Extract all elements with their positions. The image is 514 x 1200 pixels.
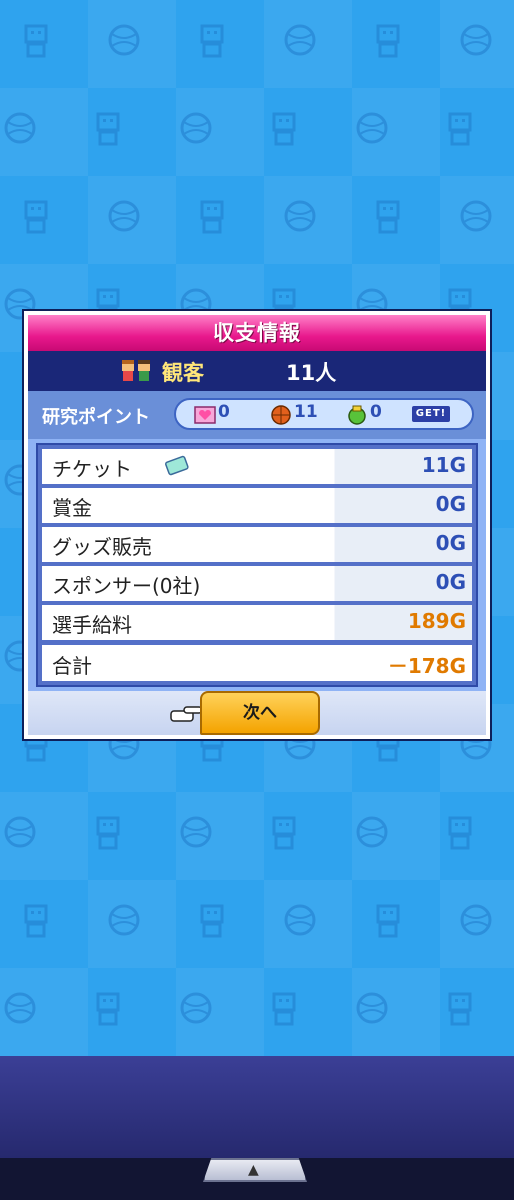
table-row-salary: 選手給料 189G	[42, 605, 472, 640]
robot-pattern-icon	[272, 816, 296, 850]
research-points-bar: 研究ポイント 0 11 0 GET!	[28, 391, 486, 439]
ball-pattern-icon	[356, 992, 388, 1024]
table-row-total: 合計 －178G	[42, 645, 472, 681]
basketball-icon	[271, 405, 291, 425]
total-value: －178G	[387, 654, 466, 678]
expand-menu-button[interactable]: ▲	[203, 1158, 307, 1182]
ball-pattern-icon	[108, 200, 140, 232]
robot-pattern-icon	[376, 904, 400, 938]
income-dialog: 収支情報 観客 11人 研究ポイント 0 11 0 GET! チケット 11G …	[22, 309, 492, 741]
ball-pattern-icon	[180, 992, 212, 1024]
research-points-pill: 0 11 0 GET!	[174, 398, 474, 430]
pointing-hand-icon	[170, 706, 203, 722]
heart-icon	[194, 406, 216, 424]
finance-table: チケット 11G 賞金 0G グッズ販売 0G スポンサー(0社) 0G 選手給…	[28, 439, 486, 691]
ball-pattern-icon	[284, 24, 316, 56]
row-label: スポンサー(0社)	[52, 574, 201, 598]
audience-label: 観客	[162, 361, 204, 385]
ball-pattern-icon	[180, 816, 212, 848]
audience-icon	[122, 360, 150, 381]
up-arrow-icon: ▲	[248, 1162, 259, 1178]
row-label: 賞金	[52, 496, 92, 520]
robot-pattern-icon	[24, 200, 48, 234]
robot-pattern-icon	[24, 904, 48, 938]
green-points-value: 0	[370, 402, 382, 422]
row-label: チケット	[52, 457, 132, 481]
table-row-sponsor: スポンサー(0社) 0G	[42, 566, 472, 601]
ball-pattern-icon	[460, 200, 492, 232]
row-value: 0G	[435, 531, 466, 555]
dialog-title: 収支情報	[28, 315, 486, 351]
table-row-ticket: チケット 11G	[42, 449, 472, 484]
ball-pattern-icon	[108, 24, 140, 56]
ticket-icon	[165, 455, 189, 476]
row-value: 0G	[435, 492, 466, 516]
robot-pattern-icon	[24, 24, 48, 58]
row-value: 11G	[421, 453, 466, 477]
ball-pattern-icon	[4, 816, 36, 848]
row-label: 選手給料	[52, 613, 132, 637]
robot-pattern-icon	[200, 24, 224, 58]
bottom-panel	[0, 1056, 514, 1158]
ball-pattern-icon	[4, 112, 36, 144]
robot-pattern-icon	[96, 112, 120, 146]
ball-pattern-icon	[356, 112, 388, 144]
robot-pattern-icon	[376, 24, 400, 58]
heart-points-value: 0	[218, 402, 230, 422]
robot-pattern-icon	[200, 904, 224, 938]
row-label: グッズ販売	[52, 535, 152, 559]
research-points-label: 研究ポイント	[42, 407, 150, 428]
basketball-points-value: 11	[294, 402, 318, 422]
ball-pattern-icon	[284, 200, 316, 232]
robot-pattern-icon	[272, 992, 296, 1026]
robot-pattern-icon	[272, 112, 296, 146]
robot-pattern-icon	[96, 992, 120, 1026]
ball-pattern-icon	[284, 904, 316, 936]
ball-pattern-icon	[460, 24, 492, 56]
ball-pattern-icon	[356, 816, 388, 848]
table-row-prize: 賞金 0G	[42, 488, 472, 523]
ball-pattern-icon	[180, 112, 212, 144]
green-ball-icon	[348, 405, 366, 425]
get-badge[interactable]: GET!	[412, 406, 450, 422]
next-button[interactable]: 次へ	[200, 691, 320, 735]
robot-pattern-icon	[448, 992, 472, 1026]
table-row-goods: グッズ販売 0G	[42, 527, 472, 562]
robot-pattern-icon	[96, 816, 120, 850]
ball-pattern-icon	[4, 992, 36, 1024]
ball-pattern-icon	[460, 904, 492, 936]
button-area: 次へ	[28, 691, 486, 735]
row-value: 189G	[407, 609, 466, 633]
audience-value: 11人	[286, 361, 337, 385]
robot-pattern-icon	[448, 816, 472, 850]
robot-pattern-icon	[200, 200, 224, 234]
robot-pattern-icon	[376, 200, 400, 234]
ball-pattern-icon	[108, 904, 140, 936]
audience-bar: 観客 11人	[28, 351, 486, 391]
row-value: 0G	[435, 570, 466, 594]
total-label: 合計	[52, 654, 92, 678]
robot-pattern-icon	[448, 112, 472, 146]
